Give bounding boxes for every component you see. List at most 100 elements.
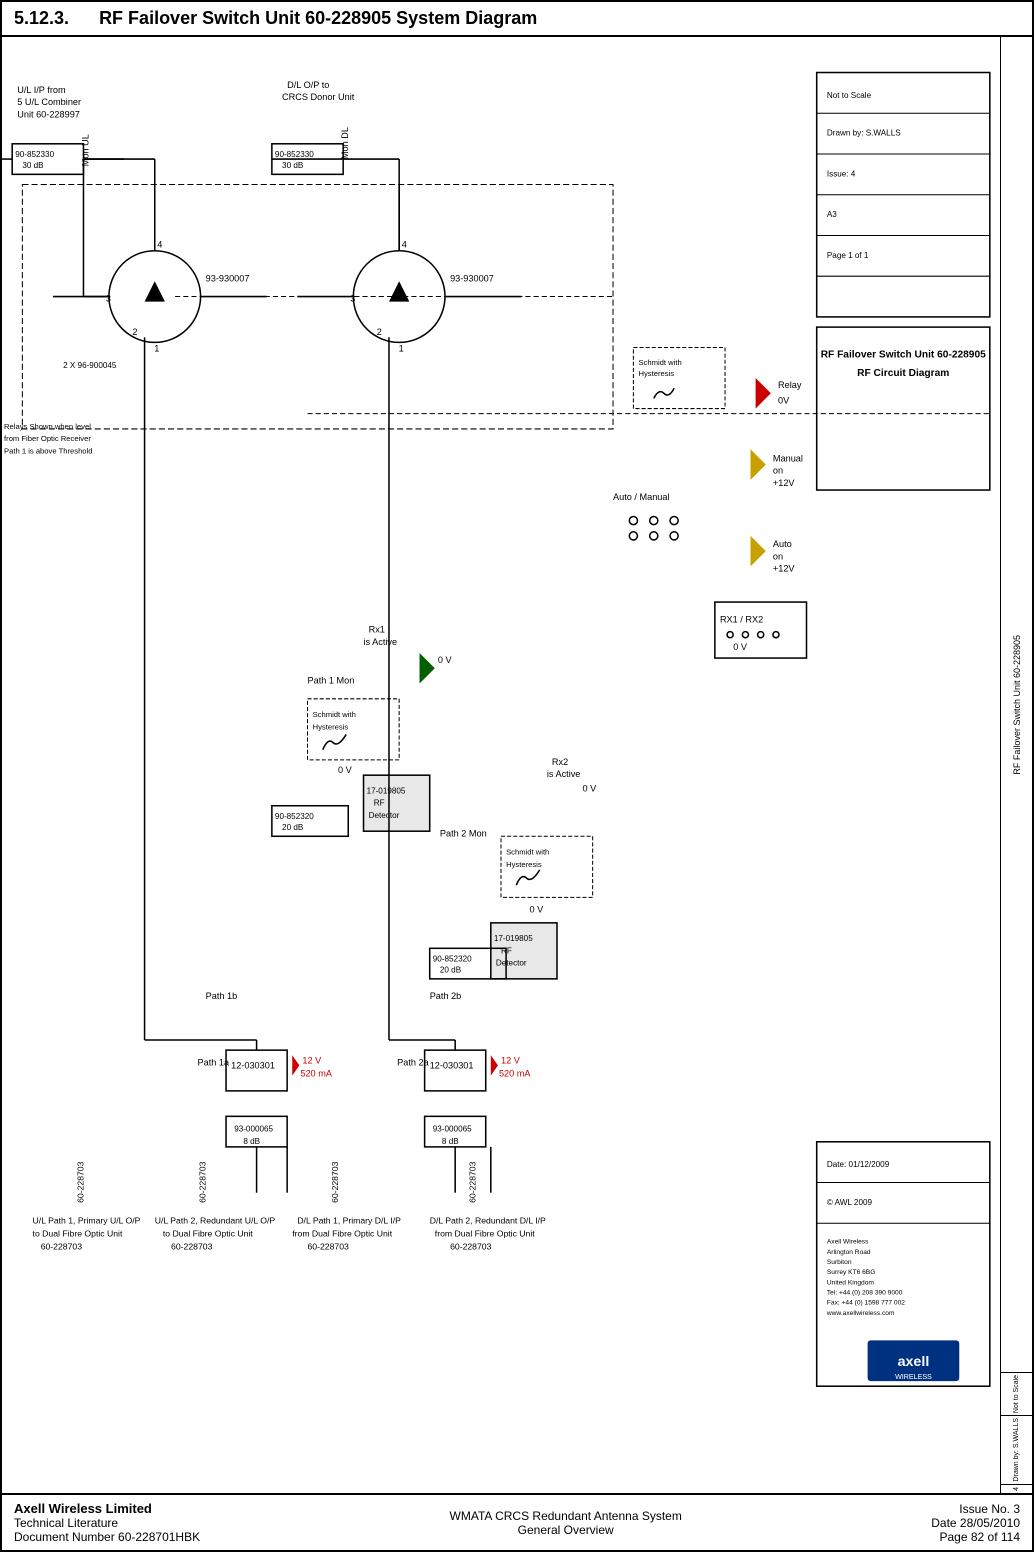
svg-text:Unit 60-228997: Unit 60-228997	[17, 109, 80, 119]
footer-right: Issue No. 3 Date 28/05/2010 Page 82 of 1…	[931, 1502, 1020, 1544]
svg-text:Detector: Detector	[369, 811, 400, 820]
svg-text:520 mA: 520 mA	[499, 1069, 531, 1079]
svg-text:1: 1	[399, 344, 404, 354]
svg-text:60-228703: 60-228703	[75, 1161, 85, 1203]
issue-number: Issue No. 3	[931, 1502, 1020, 1516]
company-name: Axell Wireless Limited	[14, 1501, 200, 1516]
svg-text:90-852330: 90-852330	[275, 150, 314, 159]
svg-text:Not to Scale: Not to Scale	[827, 91, 872, 100]
svg-text:0 V: 0 V	[338, 765, 353, 775]
svg-text:20 dB: 20 dB	[440, 966, 461, 975]
svg-text:RF Failover Switch Unit 60-228: RF Failover Switch Unit 60-228905	[821, 350, 986, 361]
svg-text:from Dual Fibre Optic Unit: from Dual Fibre Optic Unit	[292, 1229, 392, 1239]
document-number: Document Number 60-228701HBK	[14, 1530, 200, 1544]
svg-text:60-228703: 60-228703	[198, 1161, 208, 1203]
diagram-area: U/L I/P from 5 U/L Combiner Unit 60-2289…	[2, 37, 1000, 1493]
svg-text:3: 3	[350, 294, 355, 304]
svg-text:4: 4	[157, 240, 162, 250]
svg-text:Path 2a: Path 2a	[397, 1057, 429, 1067]
page-number: Page 82 of 114	[931, 1530, 1020, 1544]
svg-text:Auto: Auto	[773, 539, 792, 549]
svg-text:Path 2b: Path 2b	[430, 991, 462, 1001]
svg-text:on: on	[773, 551, 783, 561]
svg-text:Surrey KT6 6BG: Surrey KT6 6BG	[827, 1269, 876, 1276]
svg-text:U/L Path 1, Primary U/L O/P: U/L Path 1, Primary U/L O/P	[33, 1215, 141, 1225]
svg-text:to Dual Fibre Optic Unit: to Dual Fibre Optic Unit	[33, 1229, 123, 1239]
svg-text:U/L I/P from: U/L I/P from	[17, 85, 66, 95]
sidebar-info: Not to Scale Drawn by: S.WALLS Issue: 4 …	[1001, 1373, 1032, 1493]
svg-text:Tel: +44 (0) 208 390 9000: Tel: +44 (0) 208 390 9000	[827, 1290, 903, 1297]
svg-text:is Active: is Active	[364, 637, 398, 647]
svg-text:Hysteresis: Hysteresis	[313, 722, 349, 731]
svg-text:Page 1 of 1: Page 1 of 1	[827, 251, 869, 260]
svg-text:WIRELESS: WIRELESS	[895, 1373, 932, 1381]
svg-text:60-228703: 60-228703	[308, 1242, 350, 1252]
svg-text:90-852320: 90-852320	[275, 812, 314, 821]
svg-text:93-000065: 93-000065	[234, 1125, 273, 1134]
svg-text:Hysteresis: Hysteresis	[506, 860, 542, 869]
main-content: U/L I/P from 5 U/L Combiner Unit 60-2289…	[2, 37, 1032, 1493]
svg-text:Date: 01/12/2009: Date: 01/12/2009	[827, 1160, 890, 1169]
svg-text:A3: A3	[827, 210, 837, 219]
svg-text:U/L Path 2, Redundant U/L O/P: U/L Path 2, Redundant U/L O/P	[155, 1215, 276, 1225]
svg-text:2: 2	[132, 327, 137, 337]
sidebar-not-to-scale: Not to Scale	[1001, 1373, 1032, 1416]
issue-date: Date 28/05/2010	[931, 1516, 1020, 1530]
svg-text:Rx2: Rx2	[552, 757, 568, 767]
svg-text:Relays Shown when level: Relays Shown when level	[4, 422, 91, 431]
svg-text:Detector: Detector	[496, 959, 527, 968]
svg-text:30 dB: 30 dB	[22, 161, 43, 170]
literature-type: Technical Literature	[14, 1516, 200, 1530]
svg-text:90-852330: 90-852330	[15, 150, 54, 159]
svg-text:from Dual Fibre Optic Unit: from Dual Fibre Optic Unit	[435, 1229, 535, 1239]
svg-text:+12V: +12V	[773, 478, 796, 488]
right-sidebar: RF Failover Switch Unit 60-228905 Not to…	[1000, 37, 1032, 1493]
svg-text:United Kingdom: United Kingdom	[827, 1279, 875, 1286]
svg-text:12 V: 12 V	[501, 1055, 521, 1065]
svg-text:Path 1 is above Threshold: Path 1 is above Threshold	[4, 446, 92, 455]
svg-text:12-030301: 12-030301	[430, 1060, 474, 1070]
svg-text:Fax: +44 (0) 1598 777 002: Fax: +44 (0) 1598 777 002	[827, 1300, 905, 1307]
page-container: 5.12.3. RF Failover Switch Unit 60-22890…	[0, 0, 1034, 1552]
svg-text:is Active: is Active	[547, 769, 581, 779]
svg-text:Path 1b: Path 1b	[206, 991, 238, 1001]
page-header: 5.12.3. RF Failover Switch Unit 60-22890…	[2, 2, 1032, 37]
sidebar-drawn-by: Drawn by: S.WALLS	[1001, 1416, 1032, 1485]
svg-text:0 V: 0 V	[530, 905, 545, 915]
svg-text:Issue: 4: Issue: 4	[827, 169, 856, 178]
svg-text:Relay: Relay	[778, 380, 802, 390]
sidebar-title-text: RF Failover Switch Unit 60-228905	[1012, 635, 1022, 775]
overview-label: General Overview	[450, 1523, 682, 1537]
svg-text:Auto / Manual: Auto / Manual	[613, 492, 670, 502]
svg-text:17-019805: 17-019805	[494, 934, 533, 943]
svg-text:1: 1	[154, 344, 159, 354]
svg-text:20 dB: 20 dB	[282, 823, 303, 832]
footer-left: Axell Wireless Limited Technical Literat…	[14, 1501, 200, 1544]
section-title: RF Failover Switch Unit 60-228905 System…	[99, 8, 537, 28]
svg-text:Mon DL: Mon DL	[340, 127, 350, 159]
svg-text:8 dB: 8 dB	[243, 1137, 260, 1146]
svg-text:+12V: +12V	[773, 564, 796, 574]
svg-text:0 V: 0 V	[733, 642, 748, 652]
svg-text:0 V: 0 V	[438, 655, 453, 665]
svg-text:2: 2	[377, 327, 382, 337]
svg-text:520 mA: 520 mA	[300, 1069, 332, 1079]
svg-text:60-228703: 60-228703	[41, 1242, 83, 1252]
svg-text:Mon UL: Mon UL	[81, 134, 91, 166]
svg-text:Axell Wireless: Axell Wireless	[827, 1239, 869, 1246]
svg-text:8 dB: 8 dB	[442, 1137, 459, 1146]
sidebar-issue: Issue: 4	[1001, 1485, 1032, 1493]
svg-text:axell: axell	[898, 1354, 930, 1370]
svg-text:60-228703: 60-228703	[171, 1242, 213, 1252]
sidebar-title-area: RF Failover Switch Unit 60-228905	[1001, 37, 1032, 1373]
page-title: 5.12.3. RF Failover Switch Unit 60-22890…	[14, 8, 537, 29]
svg-text:D/L O/P to: D/L O/P to	[287, 80, 329, 90]
svg-text:30 dB: 30 dB	[282, 161, 303, 170]
svg-text:CRCS Donor Unit: CRCS Donor Unit	[282, 92, 355, 102]
svg-text:0V: 0V	[778, 395, 790, 405]
svg-text:RX1 / RX2: RX1 / RX2	[720, 614, 763, 624]
svg-text:17-019805: 17-019805	[367, 787, 406, 796]
svg-text:RF: RF	[374, 799, 385, 808]
svg-text:Path 1a: Path 1a	[198, 1057, 230, 1067]
svg-text:Drawn by: S.WALLS: Drawn by: S.WALLS	[827, 129, 901, 138]
